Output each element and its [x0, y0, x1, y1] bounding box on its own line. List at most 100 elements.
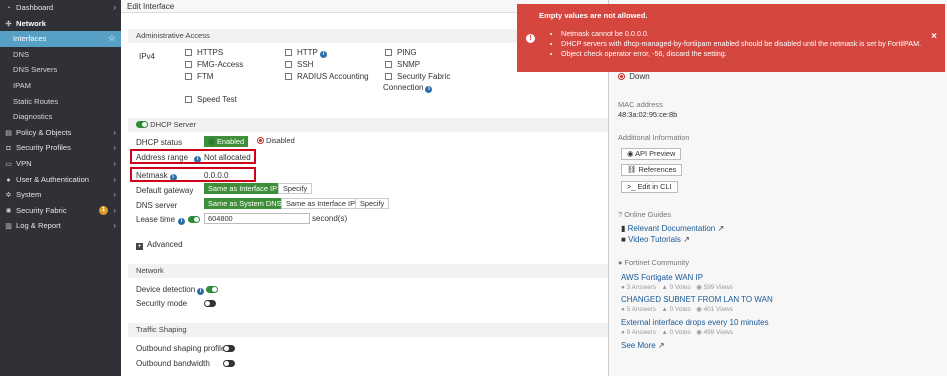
address-range-highlight	[130, 149, 256, 164]
community-post-title[interactable]: CHANGED SUBNET FROM LAN TO WAN	[621, 295, 773, 304]
checkbox-icon[interactable]	[285, 49, 292, 56]
gateway-same-as-interface-button[interactable]: Same as Interface IP	[204, 183, 282, 194]
dns-same-as-system-button[interactable]: Same as System DNS	[204, 198, 286, 209]
sidebar-item-policy-objects[interactable]: ▤ Policy & Objects ›	[0, 125, 121, 141]
section-network: Network	[128, 264, 608, 278]
checkbox-icon[interactable]	[385, 61, 392, 68]
sidebar-item-dns[interactable]: DNS	[0, 47, 121, 63]
checkbox-https[interactable]: HTTPS	[185, 48, 223, 57]
favorite-star-icon[interactable]: ☆	[108, 31, 116, 47]
sidebar-item-security-fabric[interactable]: ✺ Security Fabric 1 ›	[0, 203, 121, 219]
sidebar-item-label: System	[16, 190, 42, 200]
chart-icon: ▥	[5, 223, 12, 231]
sidebar-item-system[interactable]: ✲ System ›	[0, 187, 121, 203]
sidebar-item-network[interactable]: ✣ Network	[0, 16, 121, 32]
references-button[interactable]: ⛓ References	[621, 164, 683, 176]
gateway-specify-button[interactable]: Specify	[278, 183, 313, 194]
dhcp-status-label: DHCP status	[136, 138, 183, 147]
dns-specify-button[interactable]: Specify	[355, 198, 390, 209]
sidebar-item-interfaces[interactable]: Interfaces ☆	[0, 31, 121, 47]
info-icon[interactable]: i	[319, 51, 327, 58]
community-post-meta: ● 5 Answers ▲ 0 Votes ◉ 401 Views	[621, 306, 733, 313]
outbound-shaping-profile-toggle[interactable]	[223, 344, 235, 353]
sidebar-item-label: IPAM	[13, 80, 32, 90]
mac-address-label: MAC address	[618, 100, 663, 109]
stop-circle-icon	[257, 137, 264, 144]
edit-in-cli-button[interactable]: >_ Edit in CLI	[621, 181, 678, 193]
checkbox-snmp[interactable]: SNMP	[385, 60, 420, 69]
section-dhcp-server: DHCP Server	[128, 118, 608, 132]
sidebar-item-static-routes[interactable]: Static Routes	[0, 94, 121, 110]
external-link-icon: ↗	[683, 235, 690, 244]
check-circle-icon	[208, 138, 215, 145]
sidebar-item-label: Interfaces	[13, 34, 47, 44]
sidebar-item-label: DNS Servers	[13, 65, 58, 75]
sidebar-item-label: DNS	[13, 49, 30, 59]
sidebar-item-diagnostics[interactable]: Diagnostics	[0, 109, 121, 125]
lock-icon: ◘	[6, 145, 11, 153]
checkbox-security-fabric[interactable]: Security Fabric	[385, 72, 450, 81]
info-icon[interactable]: i	[178, 218, 186, 225]
checkbox-ping[interactable]: PING	[385, 48, 417, 57]
checkbox-icon[interactable]	[385, 49, 392, 56]
lease-time-toggle[interactable]	[188, 215, 200, 224]
device-detection-toggle[interactable]	[206, 286, 219, 293]
sidebar-item-log-report[interactable]: ▥ Log & Report ›	[0, 218, 121, 234]
security-mode-toggle[interactable]	[204, 299, 216, 308]
checkbox-icon[interactable]	[185, 49, 192, 56]
advanced-toggle[interactable]: + Advanced	[136, 240, 183, 250]
checkbox-fmg-access[interactable]: FMG-Access	[185, 60, 243, 69]
down-status-icon	[618, 73, 625, 80]
checkbox-ssh[interactable]: SSH	[285, 60, 313, 69]
dns-same-as-interface-button[interactable]: Same as Interface IP	[281, 198, 361, 209]
outbound-shaping-profile-label: Outbound shaping profile	[136, 344, 226, 353]
outbound-bandwidth-label: Outbound bandwidth	[136, 359, 210, 368]
sidebar-item-dashboard[interactable]: ◔ Dashboard ›	[0, 0, 121, 16]
checkbox-icon[interactable]	[185, 73, 192, 80]
sidebar-item-ipam[interactable]: IPAM	[0, 78, 121, 94]
additional-info-heading: Additional Information	[618, 133, 690, 142]
sidebar-item-user-authentication[interactable]: ● User & Authentication ›	[0, 172, 121, 188]
checkbox-icon[interactable]	[185, 61, 192, 68]
checkbox-icon[interactable]	[185, 96, 192, 103]
community-post-title[interactable]: AWS Fortigate WAN IP	[621, 273, 703, 282]
link-icon: ⛓	[627, 165, 637, 174]
dhcp-server-toggle[interactable]	[136, 121, 148, 128]
dhcp-enabled-button[interactable]: Enabled	[204, 136, 249, 147]
chevron-right-icon: ›	[113, 127, 116, 137]
sidebar-item-dns-servers[interactable]: DNS Servers	[0, 62, 121, 78]
checkbox-ftm[interactable]: FTM	[185, 72, 213, 81]
see-more-link[interactable]: See More ↗	[621, 341, 665, 350]
error-icon: !	[526, 34, 535, 43]
toast-message: DHCP servers with dhcp-managed-by-fortii…	[561, 39, 921, 49]
sidebar: ◔ Dashboard › ✣ Network Interfaces ☆ DNS DNS Ser…	[0, 0, 121, 376]
sidebar-item-label: Network	[16, 18, 46, 28]
lease-time-input[interactable]: 604800	[204, 213, 310, 224]
checkbox-icon[interactable]	[385, 73, 392, 80]
toast-title: Empty values are not allowed.	[539, 11, 648, 20]
checkbox-icon[interactable]	[285, 61, 292, 68]
api-preview-button[interactable]: ◉ API Preview	[621, 148, 682, 160]
sidebar-item-vpn[interactable]: ▭ VPN ›	[0, 156, 121, 172]
ipv4-label: IPv4	[139, 52, 156, 61]
relevant-docs-link[interactable]: ▮ Relevant Documentation ↗	[621, 224, 724, 233]
lease-time-unit: second(s)	[312, 214, 348, 223]
outbound-bandwidth-toggle[interactable]	[223, 359, 235, 368]
checkbox-radius-accounting[interactable]: RADIUS Accounting	[285, 72, 369, 81]
close-icon[interactable]: ×	[931, 31, 937, 42]
dhcp-disabled-button[interactable]: Disabled	[253, 136, 299, 147]
checkbox-speed-test[interactable]: Speed Test	[185, 95, 237, 104]
sidebar-item-security-profiles[interactable]: ◘ Security Profiles ›	[0, 140, 121, 156]
info-icon[interactable]: i	[425, 86, 433, 93]
info-icon[interactable]: i	[197, 288, 205, 295]
external-link-icon: ↗	[657, 341, 665, 350]
checkbox-http[interactable]: HTTP i	[285, 48, 327, 58]
video-tutorials-link[interactable]: ■ Video Tutorials ↗	[621, 235, 690, 244]
book-icon: ▮	[621, 224, 626, 233]
sidebar-item-label: Dashboard	[16, 3, 54, 12]
chevron-right-icon: ›	[113, 221, 116, 231]
checkbox-icon[interactable]	[285, 73, 292, 80]
sidebar-item-label: User & Authentication	[16, 174, 90, 184]
lease-time-label: Lease time i	[136, 215, 186, 225]
community-post-title[interactable]: External interface drops every 10 minute…	[621, 318, 769, 327]
